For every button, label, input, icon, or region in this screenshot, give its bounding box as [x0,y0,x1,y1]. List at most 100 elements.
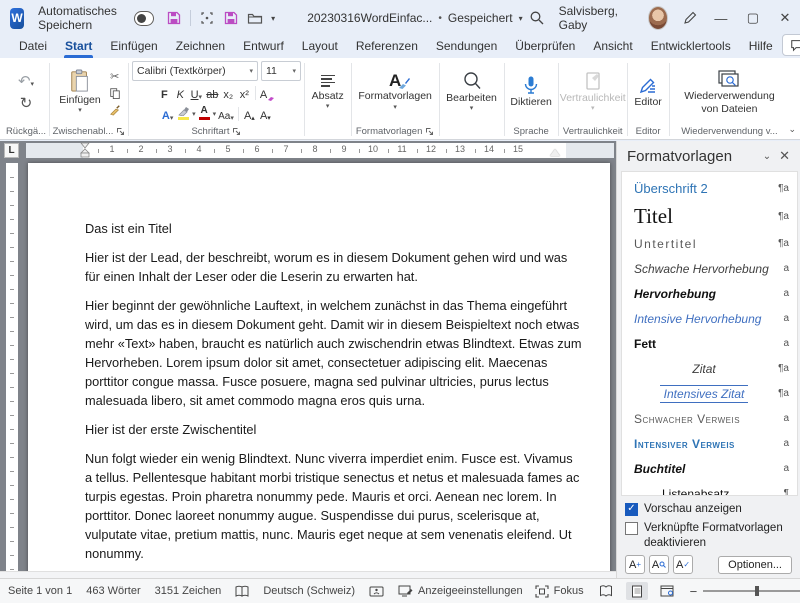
qat-customize-icon[interactable]: ▾ [271,14,275,23]
grow-font-button[interactable]: A▴ [242,105,257,123]
style-item-intensives-zitat[interactable]: Intensives Zitat¶a [622,381,797,406]
title-chevron-icon[interactable]: ▾ [519,14,523,23]
shrink-font-button[interactable]: A▾ [258,105,273,123]
tab-einfuegen[interactable]: Einfügen [101,37,166,58]
styles-button[interactable]: A Formatvorlagen ▾ [354,71,436,112]
text-effects-button[interactable]: A▾ [160,105,175,123]
doc-paragraph[interactable]: Hier ist der Lead, der beschreibt, worum… [85,248,582,286]
print-layout-icon[interactable] [626,582,648,600]
preview-checkbox[interactable]: ✓ [625,503,638,516]
new-style-button[interactable]: A+ [625,555,645,574]
paste-button[interactable]: Einfügen ▾ [55,68,104,116]
style-item-untertitel[interactable]: Untertitel¶a [622,231,797,256]
tab-entwurf[interactable]: Entwurf [234,37,293,58]
maximize-button[interactable]: ▢ [744,10,762,26]
document-title-area[interactable]: 20230316WordEinfac... • Gespeichert ▾ [307,11,522,25]
highlight-button[interactable] [176,105,191,123]
doc-paragraph[interactable]: Hier ist der erste Zwischentitel [85,420,582,439]
font-size-combo[interactable]: 11▾ [261,61,301,81]
redo-icon[interactable]: ↻ [20,94,33,112]
read-mode-icon[interactable] [596,582,618,600]
subscript-button[interactable]: x₂ [221,84,236,102]
vertical-ruler[interactable] [6,163,18,578]
paragraph-button[interactable]: Absatz ▾ [308,72,348,112]
tab-datei[interactable]: Datei [10,37,56,58]
tab-stop-selector[interactable]: L [4,143,19,158]
tab-hilfe[interactable]: Hilfe [740,37,782,58]
change-case-button[interactable]: Aa▾ [217,105,235,123]
horizontal-scrollbar[interactable] [0,571,616,578]
style-item-intensive-hervorhebung[interactable]: Intensive Hervorhebunga [622,306,797,331]
tab-entwicklertools[interactable]: Entwicklertools [642,37,740,58]
editing-button[interactable]: Bearbeiten ▾ [442,70,501,114]
cut-icon[interactable]: ✂ [107,69,123,83]
undo-icon[interactable]: ↶▾ [18,72,34,90]
search-icon[interactable] [529,10,545,26]
word-count[interactable]: 463 Wörter [86,585,140,597]
comments-button[interactable] [782,34,800,56]
pane-close-icon[interactable]: ✕ [779,148,790,164]
autosave-toggle[interactable] [134,11,154,26]
style-item-hervorhebung[interactable]: Hervorhebunga [622,281,797,306]
tab-referenzen[interactable]: Referenzen [347,37,427,58]
font-color-chevron-icon[interactable]: ▾ [213,110,217,118]
style-item-schwacher-verweis[interactable]: Schwacher Verweisa [622,406,797,431]
tab-ansicht[interactable]: Ansicht [584,37,641,58]
save-icon[interactable] [166,10,182,26]
proofing-icon[interactable] [235,585,249,598]
reuse-files-button[interactable]: Wiederverwendung von Dateien [671,68,787,115]
strikethrough-button[interactable]: ab [205,84,220,102]
clipboard-dialog-launcher-icon[interactable] [116,127,125,136]
style-inspector-button[interactable]: A [649,555,669,574]
display-settings-button[interactable]: Anzeigeeinstellungen [398,585,523,598]
dictate-button[interactable]: Diktieren [506,74,555,109]
page-indicator[interactable]: Seite 1 von 1 [8,585,72,597]
underline-button[interactable]: U▾ [189,84,204,102]
style-item-ueberschrift2[interactable]: Überschrift 2¶a [622,176,797,201]
collapse-ribbon-icon[interactable]: ⌄ [788,124,796,135]
doc-paragraph[interactable]: Das ist ein Titel [85,219,582,238]
zoom-out-icon[interactable]: − [690,584,698,599]
tab-layout[interactable]: Layout [293,37,347,58]
manage-styles-button[interactable]: A✓ [673,555,693,574]
superscript-button[interactable]: x² [237,84,252,102]
style-item-fett[interactable]: Fetta [622,331,797,356]
tab-sendungen[interactable]: Sendungen [427,37,506,58]
tab-start[interactable]: Start [56,37,101,58]
tab-ueberpruefen[interactable]: Überprüfen [506,37,584,58]
style-item-titel[interactable]: Titel¶a [622,201,797,231]
clear-formatting-button[interactable]: A [259,84,276,102]
document-page[interactable]: Das ist ein Titel Hier ist der Lead, der… [28,163,610,578]
avatar[interactable] [648,6,668,30]
doc-paragraph[interactable]: Hier beginnt der gewöhnliche Lauftext, i… [85,296,582,410]
tab-zeichnen[interactable]: Zeichnen [167,37,234,58]
style-item-zitat[interactable]: Zitat¶a [622,356,797,381]
italic-button[interactable]: K [173,84,188,102]
horizontal-ruler[interactable]: 123456789101112131415 [26,143,614,158]
style-item-intensiver-verweis[interactable]: Intensiver Verweisa [622,431,797,456]
char-count[interactable]: 3151 Zeichen [155,585,222,597]
copy-icon[interactable] [107,86,123,100]
web-layout-icon[interactable] [656,582,678,600]
disable-linked-checkbox-row[interactable]: Verknüpfte Formatvorlagen deaktivieren [625,521,792,550]
user-name[interactable]: Salvisberg, Gaby [559,4,634,32]
minimize-button[interactable]: — [712,11,730,26]
disable-linked-checkbox[interactable] [625,522,638,535]
preview-checkbox-row[interactable]: ✓ Vorschau anzeigen [625,502,792,516]
doc-paragraph[interactable]: Nun folgt wieder ein wenig Blindtext. Nu… [85,449,582,563]
style-item-schwache-hervorhebung[interactable]: Schwache Hervorhebunga [622,256,797,281]
font-name-combo[interactable]: Calibri (Textkörper)▾ [132,61,258,81]
language-indicator[interactable]: Deutsch (Schweiz) [263,585,355,597]
touch-mode-icon[interactable] [199,10,215,26]
bold-button[interactable]: F [157,84,172,102]
styles-dialog-launcher-icon[interactable] [425,127,434,136]
close-button[interactable]: ✕ [776,10,794,26]
accessibility-icon[interactable] [369,585,384,598]
font-color-button[interactable]: A [197,105,212,123]
sensitivity-button[interactable]: Vertraulichkeit ▾ [556,70,630,114]
right-indent-marker-icon[interactable] [550,149,560,156]
pane-chevron-icon[interactable]: ⌄ [763,151,771,162]
style-item-listenabsatz[interactable]: Listenabsatz¶ [622,481,797,496]
font-dialog-launcher-icon[interactable] [232,127,241,136]
zoom-slider[interactable] [703,590,800,592]
